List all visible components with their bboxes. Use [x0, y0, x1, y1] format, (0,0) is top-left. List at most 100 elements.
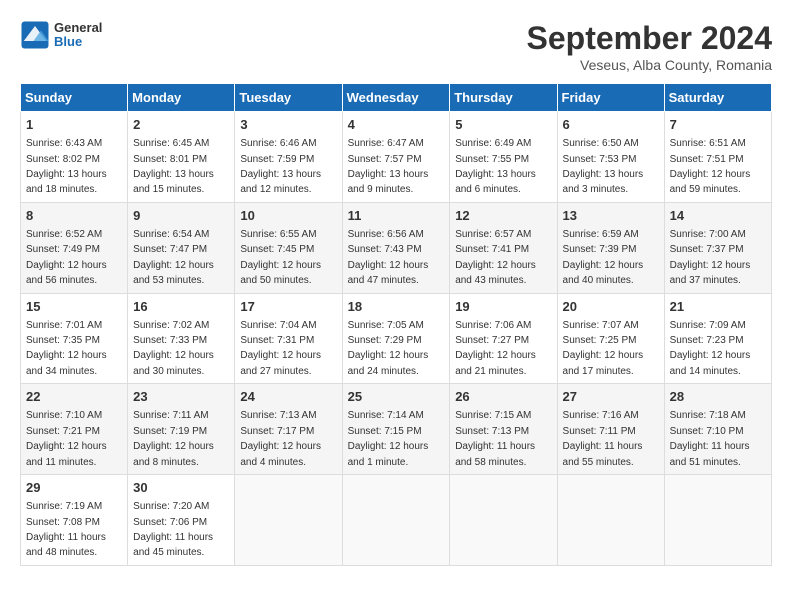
calendar-cell	[557, 475, 664, 566]
location-subtitle: Veseus, Alba County, Romania	[527, 57, 772, 73]
page-header: General Blue September 2024 Veseus, Alba…	[20, 20, 772, 73]
daylight-info: Daylight: 12 hours and 21 minutes.	[455, 350, 536, 376]
daylight-info: Daylight: 12 hours and 56 minutes.	[26, 260, 107, 286]
logo: General Blue	[20, 20, 102, 50]
day-number: 16	[133, 298, 229, 316]
calendar-cell: 5 Sunrise: 6:49 AM Sunset: 7:55 PM Dayli…	[450, 112, 557, 203]
header-thursday: Thursday	[450, 84, 557, 112]
daylight-info: Daylight: 12 hours and 59 minutes.	[670, 169, 751, 195]
sunset-info: Sunset: 7:35 PM	[26, 335, 100, 346]
sunrise-info: Sunrise: 6:43 AM	[26, 138, 102, 149]
sunrise-info: Sunrise: 6:47 AM	[348, 138, 424, 149]
calendar-cell: 9 Sunrise: 6:54 AM Sunset: 7:47 PM Dayli…	[128, 202, 235, 293]
sunset-info: Sunset: 7:45 PM	[240, 244, 314, 255]
sunrise-info: Sunrise: 7:07 AM	[563, 320, 639, 331]
calendar-cell: 16 Sunrise: 7:02 AM Sunset: 7:33 PM Dayl…	[128, 293, 235, 384]
calendar-cell: 22 Sunrise: 7:10 AM Sunset: 7:21 PM Dayl…	[21, 384, 128, 475]
day-number: 18	[348, 298, 445, 316]
sunset-info: Sunset: 7:23 PM	[670, 335, 744, 346]
day-number: 22	[26, 388, 122, 406]
daylight-info: Daylight: 12 hours and 1 minute.	[348, 441, 429, 467]
daylight-info: Daylight: 12 hours and 24 minutes.	[348, 350, 429, 376]
calendar-cell: 23 Sunrise: 7:11 AM Sunset: 7:19 PM Dayl…	[128, 384, 235, 475]
daylight-info: Daylight: 11 hours and 48 minutes.	[26, 532, 106, 558]
daylight-info: Daylight: 13 hours and 18 minutes.	[26, 169, 107, 195]
sunset-info: Sunset: 7:31 PM	[240, 335, 314, 346]
sunrise-info: Sunrise: 6:51 AM	[670, 138, 746, 149]
day-number: 17	[240, 298, 336, 316]
calendar-week-row: 29 Sunrise: 7:19 AM Sunset: 7:08 PM Dayl…	[21, 475, 772, 566]
sunrise-info: Sunrise: 7:18 AM	[670, 410, 746, 421]
sunset-info: Sunset: 8:01 PM	[133, 154, 207, 165]
daylight-info: Daylight: 12 hours and 17 minutes.	[563, 350, 644, 376]
daylight-info: Daylight: 12 hours and 30 minutes.	[133, 350, 214, 376]
sunset-info: Sunset: 7:53 PM	[563, 154, 637, 165]
sunrise-info: Sunrise: 6:54 AM	[133, 229, 209, 240]
sunrise-info: Sunrise: 7:15 AM	[455, 410, 531, 421]
sunset-info: Sunset: 7:29 PM	[348, 335, 422, 346]
sunset-info: Sunset: 7:21 PM	[26, 426, 100, 437]
sunset-info: Sunset: 8:02 PM	[26, 154, 100, 165]
header-saturday: Saturday	[664, 84, 771, 112]
day-number: 7	[670, 116, 766, 134]
calendar-cell: 11 Sunrise: 6:56 AM Sunset: 7:43 PM Dayl…	[342, 202, 450, 293]
calendar-cell: 21 Sunrise: 7:09 AM Sunset: 7:23 PM Dayl…	[664, 293, 771, 384]
daylight-info: Daylight: 12 hours and 14 minutes.	[670, 350, 751, 376]
logo-icon	[20, 20, 50, 50]
sunrise-info: Sunrise: 7:09 AM	[670, 320, 746, 331]
day-number: 21	[670, 298, 766, 316]
day-number: 9	[133, 207, 229, 225]
sunrise-info: Sunrise: 6:59 AM	[563, 229, 639, 240]
calendar-cell: 1 Sunrise: 6:43 AM Sunset: 8:02 PM Dayli…	[21, 112, 128, 203]
daylight-info: Daylight: 13 hours and 6 minutes.	[455, 169, 536, 195]
sunrise-info: Sunrise: 7:10 AM	[26, 410, 102, 421]
sunset-info: Sunset: 7:41 PM	[455, 244, 529, 255]
day-number: 13	[563, 207, 659, 225]
sunrise-info: Sunrise: 6:52 AM	[26, 229, 102, 240]
daylight-info: Daylight: 12 hours and 50 minutes.	[240, 260, 321, 286]
calendar-header-row: SundayMondayTuesdayWednesdayThursdayFrid…	[21, 84, 772, 112]
day-number: 1	[26, 116, 122, 134]
day-number: 25	[348, 388, 445, 406]
sunrise-info: Sunrise: 7:13 AM	[240, 410, 316, 421]
daylight-info: Daylight: 12 hours and 43 minutes.	[455, 260, 536, 286]
calendar-cell: 12 Sunrise: 6:57 AM Sunset: 7:41 PM Dayl…	[450, 202, 557, 293]
sunset-info: Sunset: 7:33 PM	[133, 335, 207, 346]
day-number: 8	[26, 207, 122, 225]
day-number: 27	[563, 388, 659, 406]
sunset-info: Sunset: 7:47 PM	[133, 244, 207, 255]
daylight-info: Daylight: 12 hours and 8 minutes.	[133, 441, 214, 467]
calendar-cell: 29 Sunrise: 7:19 AM Sunset: 7:08 PM Dayl…	[21, 475, 128, 566]
daylight-info: Daylight: 12 hours and 47 minutes.	[348, 260, 429, 286]
daylight-info: Daylight: 12 hours and 37 minutes.	[670, 260, 751, 286]
sunrise-info: Sunrise: 6:57 AM	[455, 229, 531, 240]
logo-line2: Blue	[54, 35, 102, 49]
day-number: 29	[26, 479, 122, 497]
calendar-week-row: 15 Sunrise: 7:01 AM Sunset: 7:35 PM Dayl…	[21, 293, 772, 384]
sunrise-info: Sunrise: 7:04 AM	[240, 320, 316, 331]
daylight-info: Daylight: 12 hours and 27 minutes.	[240, 350, 321, 376]
day-number: 2	[133, 116, 229, 134]
sunrise-info: Sunrise: 6:45 AM	[133, 138, 209, 149]
sunrise-info: Sunrise: 6:50 AM	[563, 138, 639, 149]
calendar-cell	[235, 475, 342, 566]
day-number: 15	[26, 298, 122, 316]
title-block: September 2024 Veseus, Alba County, Roma…	[527, 20, 772, 73]
sunrise-info: Sunrise: 7:19 AM	[26, 501, 102, 512]
calendar-cell: 17 Sunrise: 7:04 AM Sunset: 7:31 PM Dayl…	[235, 293, 342, 384]
sunrise-info: Sunrise: 7:00 AM	[670, 229, 746, 240]
calendar-cell: 7 Sunrise: 6:51 AM Sunset: 7:51 PM Dayli…	[664, 112, 771, 203]
sunset-info: Sunset: 7:17 PM	[240, 426, 314, 437]
sunset-info: Sunset: 7:43 PM	[348, 244, 422, 255]
day-number: 11	[348, 207, 445, 225]
sunset-info: Sunset: 7:25 PM	[563, 335, 637, 346]
sunset-info: Sunset: 7:57 PM	[348, 154, 422, 165]
calendar-week-row: 1 Sunrise: 6:43 AM Sunset: 8:02 PM Dayli…	[21, 112, 772, 203]
day-number: 26	[455, 388, 551, 406]
day-number: 4	[348, 116, 445, 134]
day-number: 3	[240, 116, 336, 134]
daylight-info: Daylight: 11 hours and 55 minutes.	[563, 441, 643, 467]
sunrise-info: Sunrise: 7:14 AM	[348, 410, 424, 421]
calendar-cell: 19 Sunrise: 7:06 AM Sunset: 7:27 PM Dayl…	[450, 293, 557, 384]
sunset-info: Sunset: 7:39 PM	[563, 244, 637, 255]
